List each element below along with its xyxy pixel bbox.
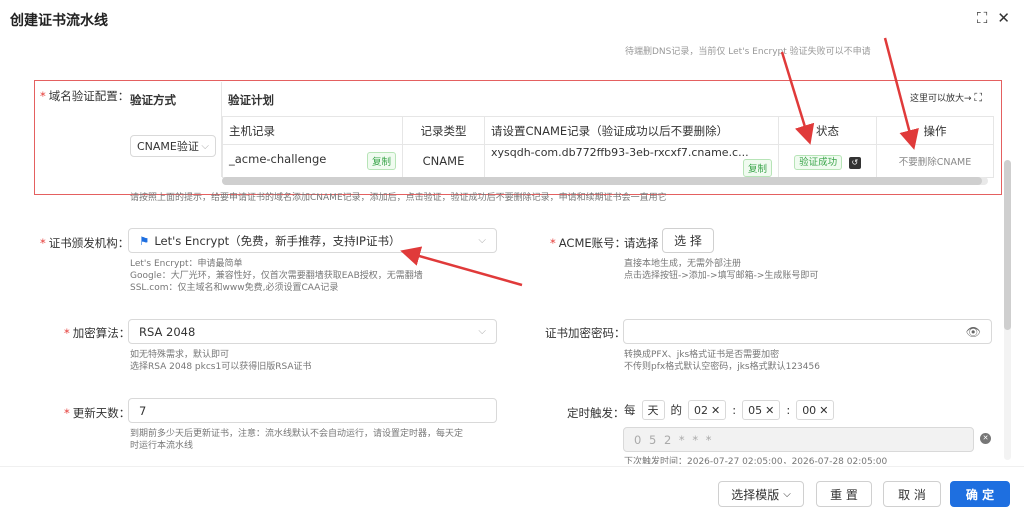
annotation-arrows — [400, 37, 919, 287]
arrow-to-status — [780, 51, 815, 145]
arrow-to-action — [883, 37, 919, 150]
arrow-to-issuer — [400, 246, 523, 287]
